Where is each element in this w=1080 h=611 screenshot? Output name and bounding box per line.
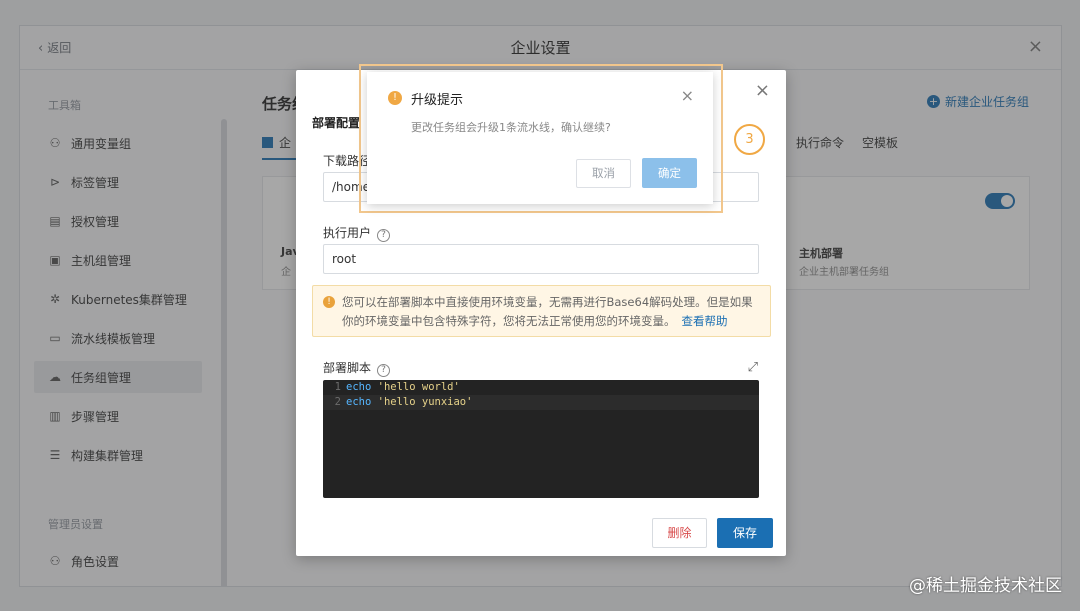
dialog-title: 升级提示 (411, 93, 464, 108)
modal-heading: 部署配置 (312, 116, 361, 130)
help-link[interactable]: 查看帮助 (682, 314, 728, 328)
code-command: echo (346, 381, 372, 393)
dialog-message: 更改任务组会升级1条流水线，确认继续? (411, 121, 611, 134)
delete-button[interactable]: 删除 (652, 518, 707, 548)
help-icon[interactable]: ? (377, 364, 391, 377)
line-number: 1 (334, 381, 341, 393)
step-marker: 3 (734, 124, 765, 155)
env-notice: ! 您可以在部署脚本中直接使用环境变量，无需再进行Base64解码处理。但是如果… (312, 285, 771, 337)
code-line: 2 echo 'hello yunxiao' (323, 395, 759, 410)
confirm-button[interactable]: 确定 (642, 158, 697, 188)
info-icon: ! (323, 296, 335, 308)
script-label-row: 部署脚本? (323, 359, 391, 377)
expand-icon[interactable]: ⤢ (748, 360, 758, 375)
exec-user-label: 执行用户 (323, 226, 372, 240)
code-argument: 'hello yunxiao' (377, 396, 473, 408)
save-button[interactable]: 保存 (717, 518, 773, 548)
close-icon[interactable]: × (681, 86, 694, 105)
upgrade-dialog: ! 升级提示 × 更改任务组会升级1条流水线，确认继续? 取消 确定 (367, 72, 713, 204)
cancel-button[interactable]: 取消 (576, 159, 631, 188)
exec-user-input[interactable]: root (323, 244, 759, 274)
warning-icon: ! (388, 91, 402, 105)
code-command: echo (346, 396, 372, 408)
close-icon[interactable]: × (755, 80, 770, 101)
code-line: 1 echo 'hello world' (323, 380, 759, 395)
script-label: 部署脚本 (323, 361, 372, 375)
exec-user-label-row: 执行用户? (323, 224, 391, 242)
code-argument: 'hello world' (377, 381, 460, 393)
watermark: @稀土掘金技术社区 (909, 576, 1062, 596)
line-number: 2 (334, 396, 341, 408)
help-icon[interactable]: ? (377, 229, 391, 242)
script-editor[interactable]: 1 echo 'hello world' 2 echo 'hello yunxiao… (323, 380, 759, 498)
